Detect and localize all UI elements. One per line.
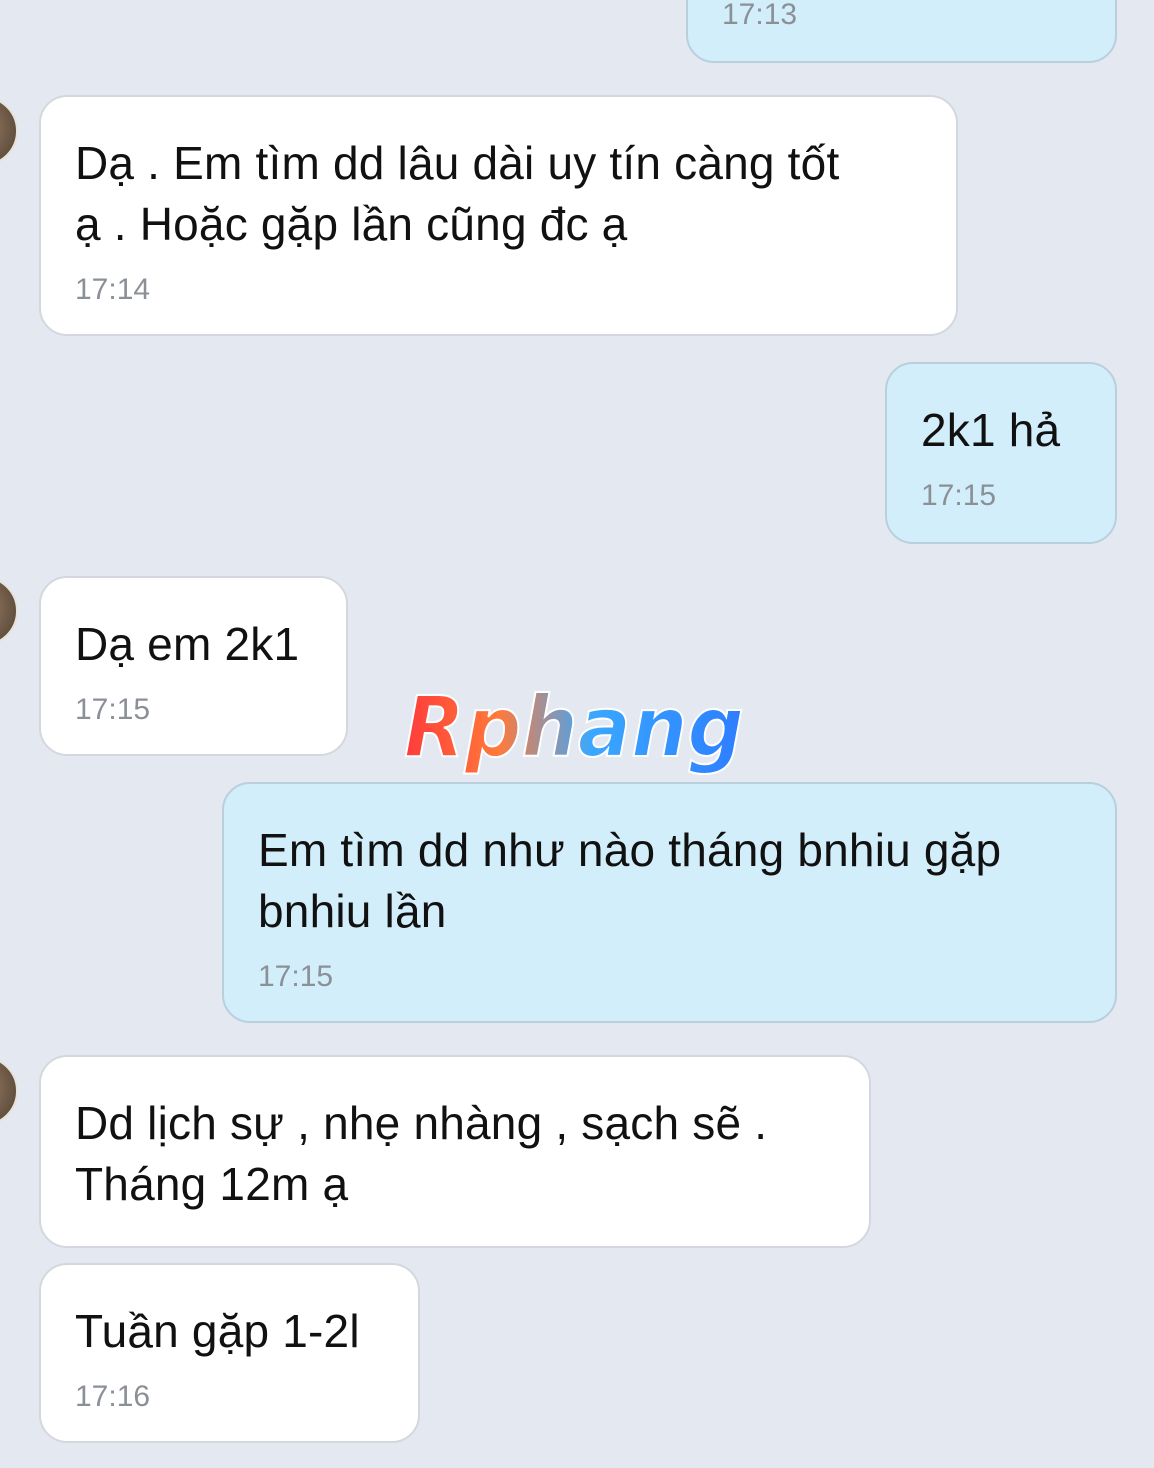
message-time: 17:15 (921, 479, 997, 512)
message-text: Em tìm dd như nào tháng bnhiu gặp bnhiu … (258, 824, 1002, 937)
message-bubble-incoming[interactable]: Dd lịch sự , nhẹ nhàng , sạch sẽ . Tháng… (39, 1055, 871, 1248)
message-bubble-outgoing[interactable]: 2k1 hả 17:15 (885, 362, 1117, 544)
message-time: 17:15 (258, 960, 334, 993)
message-text: Dd lịch sự , nhẹ nhàng , sạch sẽ . Tháng… (75, 1097, 768, 1210)
message-time: 17:13 (722, 0, 798, 31)
contact-avatar[interactable] (0, 576, 18, 646)
message-bubble-outgoing[interactable]: 17:13 (686, 0, 1117, 63)
watermark-text: Rphang (404, 686, 744, 776)
message-text: Tuần gặp 1-2l (75, 1305, 360, 1357)
message-text: 2k1 hả (921, 404, 1061, 456)
message-text: Dạ . Em tìm dd lâu dài uy tín càng tốt ạ… (75, 137, 840, 250)
message-bubble-incoming[interactable]: Tuần gặp 1-2l 17:16 (39, 1263, 420, 1443)
message-bubble-incoming[interactable]: Dạ em 2k1 17:15 (39, 576, 348, 756)
message-bubble-outgoing[interactable]: Em tìm dd như nào tháng bnhiu gặp bnhiu … (222, 782, 1117, 1023)
contact-avatar[interactable] (0, 96, 18, 166)
contact-avatar[interactable] (0, 1056, 18, 1126)
message-time: 17:16 (75, 1380, 151, 1413)
message-time: 17:15 (75, 693, 151, 726)
message-time: 17:14 (75, 273, 151, 306)
message-text: Dạ em 2k1 (75, 618, 300, 670)
message-bubble-incoming[interactable]: Dạ . Em tìm dd lâu dài uy tín càng tốt ạ… (39, 95, 958, 336)
watermark-logo: Rphang (403, 686, 745, 777)
